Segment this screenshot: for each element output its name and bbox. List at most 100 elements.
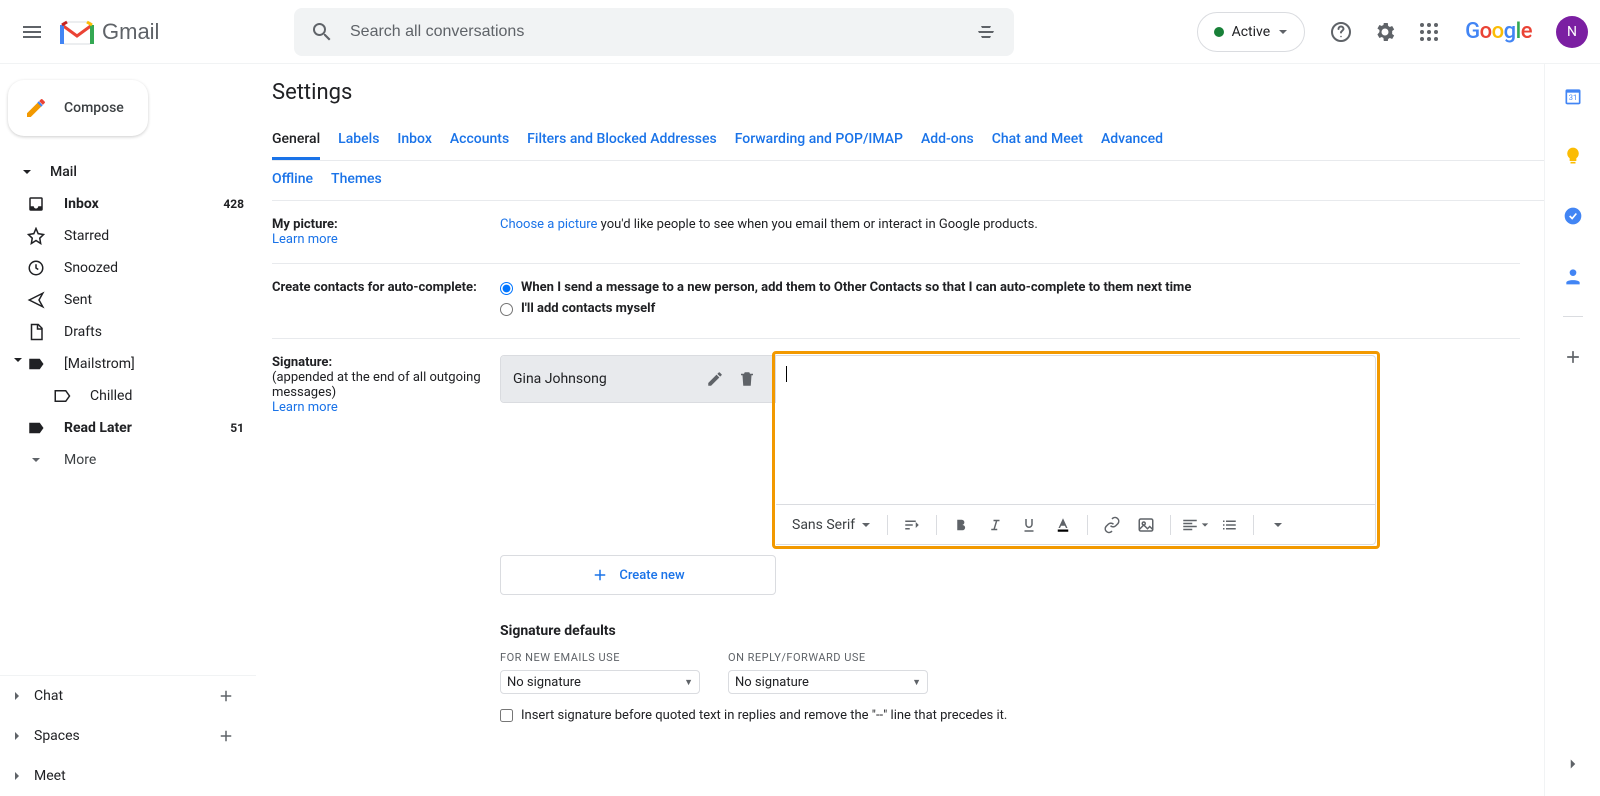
radio-auto-add[interactable] [500, 282, 513, 295]
sidebar-item-snoozed[interactable]: Snoozed [0, 252, 256, 284]
tab-offline[interactable]: Offline [272, 161, 313, 200]
section-chat[interactable]: Chat [0, 676, 256, 716]
signature-item[interactable]: Gina Johnsong [501, 356, 775, 402]
tab-advanced[interactable]: Advanced [1101, 121, 1163, 160]
chevron-down-icon [861, 520, 871, 530]
sidebar-item-inbox[interactable]: Inbox 428 [0, 188, 256, 220]
underline-button[interactable] [1013, 509, 1045, 541]
option-label: When I send a message to a new person, a… [521, 280, 1191, 295]
mail-section-header[interactable]: Mail [0, 156, 256, 188]
tasks-app[interactable] [1553, 196, 1593, 236]
gmail-logo-icon: Gmail [60, 12, 169, 52]
calendar-app[interactable]: 31 [1553, 76, 1593, 116]
sidebar-bottom-sections: Chat Spaces Meet [0, 675, 256, 796]
create-new-signature-button[interactable]: Create new [500, 555, 776, 595]
checkbox-label: Insert signature before quoted text in r… [521, 708, 1007, 723]
tab-chat-meet[interactable]: Chat and Meet [992, 121, 1083, 160]
sidebar-item-sent[interactable]: Sent [0, 284, 256, 316]
list-button[interactable] [1213, 509, 1245, 541]
chevron-right-icon [12, 691, 22, 701]
insert-before-quoted-row[interactable]: Insert signature before quoted text in r… [500, 708, 1520, 723]
sidebar-item-label: Chilled [90, 388, 132, 404]
tab-forwarding[interactable]: Forwarding and POP/IMAP [735, 121, 903, 160]
label-text: Signature: [272, 355, 332, 370]
search-input[interactable] [342, 23, 966, 41]
expand-label-icon [12, 355, 46, 373]
gmail-logo[interactable]: Gmail [56, 12, 294, 52]
chevron-down-icon [1278, 27, 1288, 37]
main-menu-button[interactable] [8, 8, 56, 56]
sidebar-more[interactable]: More [0, 444, 256, 476]
for-new-select[interactable]: No signature [500, 670, 700, 694]
settings-button[interactable] [1365, 12, 1405, 52]
keep-app[interactable] [1553, 136, 1593, 176]
sidebar-item-chilled[interactable]: Chilled [0, 380, 256, 412]
contacts-app[interactable] [1553, 256, 1593, 296]
header-bar: Gmail Active Google N [0, 0, 1600, 64]
status-pill[interactable]: Active [1197, 12, 1306, 52]
plus-icon [591, 566, 609, 584]
chevron-down-icon [13, 355, 23, 365]
sidebar-item-read-later[interactable]: Read Later 51 [0, 412, 256, 444]
setting-label: My picture: Learn more [272, 217, 500, 247]
add-space-button[interactable] [214, 724, 238, 748]
insert-before-quoted-checkbox[interactable] [500, 709, 513, 722]
tab-addons[interactable]: Add-ons [921, 121, 974, 160]
compose-button[interactable]: Compose [8, 80, 148, 136]
section-label: Chat [34, 688, 63, 704]
signature-list: Gina Johnsong [500, 355, 776, 403]
tab-inbox[interactable]: Inbox [397, 121, 431, 160]
mail-label: Mail [50, 164, 77, 180]
signature-textarea[interactable] [776, 356, 1375, 504]
italic-button[interactable] [979, 509, 1011, 541]
choose-picture-link[interactable]: Choose a picture [500, 217, 597, 232]
text-color-button[interactable] [1047, 509, 1079, 541]
radio-manual-add[interactable] [500, 303, 513, 316]
chevron-right-icon [12, 731, 22, 741]
learn-more-link[interactable]: Learn more [272, 232, 338, 247]
contacts-option-manual[interactable]: I'll add contacts myself [500, 301, 1520, 316]
contacts-option-auto[interactable]: When I send a message to a new person, a… [500, 280, 1520, 295]
learn-more-link[interactable]: Learn more [272, 400, 338, 415]
tab-themes[interactable]: Themes [331, 161, 382, 200]
picture-desc: you'd like people to see when you email … [597, 217, 1037, 232]
svg-text:Gmail: Gmail [102, 19, 159, 44]
font-size-button[interactable] [896, 509, 928, 541]
section-meet[interactable]: Meet [0, 756, 256, 796]
get-addons-button[interactable] [1553, 337, 1593, 377]
delete-signature-button[interactable] [731, 363, 763, 395]
status-dot-icon [1214, 27, 1224, 37]
tabs-secondary: Offline Themes [272, 161, 1544, 201]
font-family-select[interactable]: Sans Serif [784, 517, 879, 533]
bold-button[interactable] [945, 509, 977, 541]
search-options-button[interactable] [966, 12, 1006, 52]
sidebar-item-mailstrom[interactable]: [Mailstrom] [0, 348, 256, 380]
tab-filters[interactable]: Filters and Blocked Addresses [527, 121, 717, 160]
tab-labels[interactable]: Labels [338, 121, 379, 160]
apps-button[interactable] [1409, 12, 1449, 52]
section-label: Meet [34, 768, 66, 784]
toolbar-separator [1087, 515, 1088, 535]
sidebar-item-drafts[interactable]: Drafts [0, 316, 256, 348]
status-label: Active [1232, 24, 1271, 40]
tab-accounts[interactable]: Accounts [450, 121, 509, 160]
support-button[interactable] [1321, 12, 1361, 52]
add-chat-button[interactable] [214, 684, 238, 708]
link-button[interactable] [1096, 509, 1128, 541]
more-formatting-button[interactable] [1262, 509, 1294, 541]
tab-general[interactable]: General [272, 121, 320, 160]
search-icon[interactable] [302, 12, 342, 52]
edit-signature-button[interactable] [699, 363, 731, 395]
align-button[interactable] [1179, 509, 1211, 541]
search-bar[interactable] [294, 8, 1014, 56]
sidebar-item-starred[interactable]: Starred [0, 220, 256, 252]
setting-content: Gina Johnsong [500, 355, 1520, 723]
on-reply-select[interactable]: No signature [728, 670, 928, 694]
image-button[interactable] [1130, 509, 1162, 541]
compose-pencil-icon [24, 96, 48, 120]
section-spaces[interactable]: Spaces [0, 716, 256, 756]
chevron-down-icon [22, 167, 32, 177]
setting-signature: Signature: (appended at the end of all o… [272, 339, 1520, 739]
hide-side-panel-button[interactable] [1553, 744, 1593, 784]
account-avatar[interactable]: N [1556, 16, 1588, 48]
